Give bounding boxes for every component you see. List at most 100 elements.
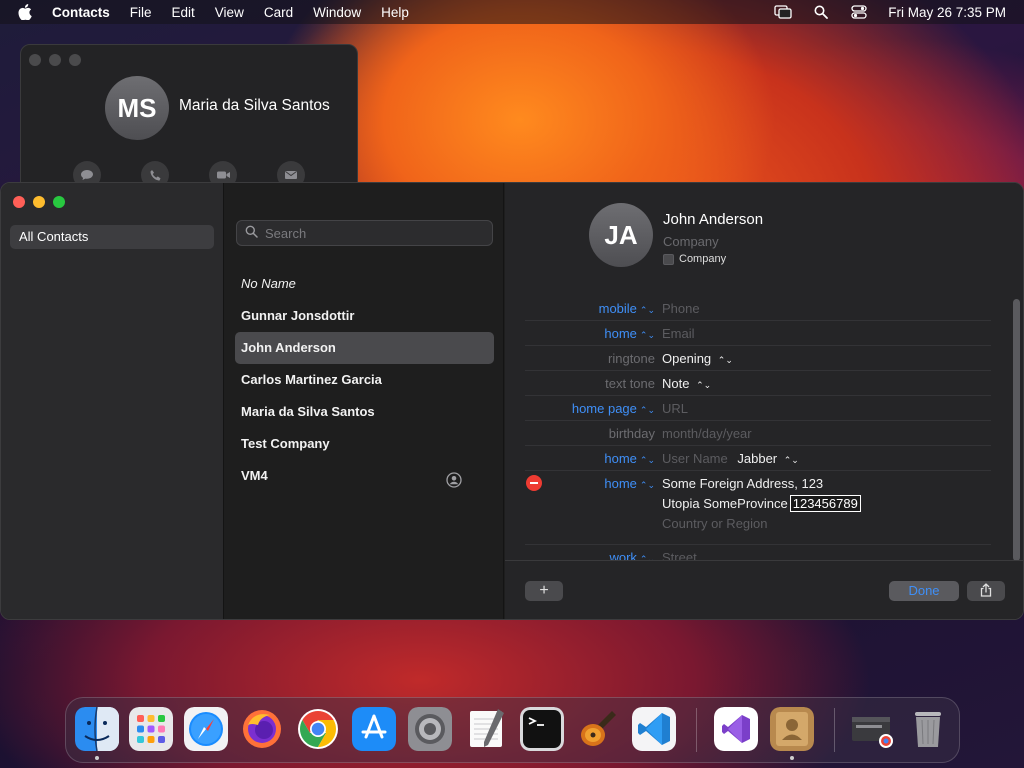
visual-studio-icon[interactable] <box>714 707 758 751</box>
terminal-icon[interactable] <box>520 707 564 751</box>
username-input[interactable]: User Name <box>662 451 728 466</box>
contact-detail-pane: JA John Anderson Company Company mobile ⌃… <box>505 183 1023 619</box>
field-label-birthday: birthday <box>608 426 655 441</box>
texttone-select[interactable]: Note ⌃⌄ <box>662 376 711 391</box>
list-item[interactable]: Maria da Silva Santos <box>235 396 494 428</box>
list-item[interactable]: Carlos Martinez Garcia <box>235 364 494 396</box>
list-item[interactable]: Gunnar Jonsdottir <box>235 300 494 332</box>
search-input[interactable] <box>265 225 485 241</box>
field-label-ringtone: ringtone <box>608 351 655 366</box>
city-province-line: Utopia SomeProvince 123456789 <box>662 495 861 512</box>
detail-scrollbar[interactable] <box>1013 299 1020 561</box>
list-item-me[interactable]: VM4 <box>235 460 494 492</box>
field-label-email[interactable]: home ⌃⌄ <box>604 326 655 341</box>
contacts-window: All Contacts No Name Gunnar Jonsdottir J… <box>0 182 1024 620</box>
me-card-icon <box>446 468 462 488</box>
field-address-home: home ⌃⌄ Some Foreign Address, 123 Utopia … <box>525 471 991 545</box>
app-store-icon[interactable] <box>352 707 396 751</box>
birthday-input[interactable]: month/day/year <box>662 426 752 441</box>
screen-mirroring-icon[interactable] <box>774 5 792 19</box>
list-item[interactable]: No Name <box>235 268 494 300</box>
contact-list: No Name Gunnar Jonsdottir John Anderson … <box>235 268 494 492</box>
sidebar: All Contacts <box>1 183 224 619</box>
contacts-running-indicator <box>790 756 794 760</box>
menu-help[interactable]: Help <box>381 5 409 20</box>
add-field-button[interactable]: + <box>525 581 563 601</box>
zoom-button[interactable] <box>53 196 65 208</box>
field-birthday: birthday month/day/year <box>525 421 991 446</box>
im-service-select[interactable]: Jabber ⌃⌄ <box>737 451 798 466</box>
done-button[interactable]: Done <box>889 581 959 601</box>
detail-footer: + Done <box>505 560 1023 619</box>
menu-app-name[interactable]: Contacts <box>52 5 110 20</box>
email-input[interactable]: Email <box>662 326 695 341</box>
menu-file[interactable]: File <box>130 5 152 20</box>
menu-view[interactable]: View <box>215 5 244 20</box>
field-label-address[interactable]: home ⌃⌄ <box>604 476 655 491</box>
apple-logo-icon[interactable] <box>18 4 32 20</box>
card-window-controls <box>29 54 81 66</box>
search-field[interactable] <box>236 220 493 246</box>
field-label-homepage[interactable]: home page ⌃⌄ <box>572 401 655 416</box>
contact-avatar[interactable]: JA <box>589 203 653 267</box>
field-ringtone: ringtone Opening ⌃⌄ <box>525 346 991 371</box>
field-homepage: home page ⌃⌄ URL <box>525 396 991 421</box>
contact-list-pane: No Name Gunnar Jonsdottir John Anderson … <box>225 183 504 619</box>
country-input[interactable]: Country or Region <box>662 516 768 531</box>
chrome-icon[interactable] <box>296 707 340 751</box>
card-zoom-button[interactable] <box>69 54 81 66</box>
remove-field-button[interactable] <box>526 475 542 491</box>
card-close-button[interactable] <box>29 54 41 66</box>
contact-card-window: MS Maria da Silva Santos <box>20 44 358 194</box>
garageband-icon[interactable] <box>576 707 620 751</box>
phone-input[interactable]: Phone <box>662 301 700 316</box>
contacts-icon[interactable] <box>770 707 814 751</box>
dock <box>65 697 960 763</box>
share-button[interactable] <box>967 581 1005 601</box>
minimize-button[interactable] <box>33 196 45 208</box>
textedit-icon[interactable] <box>464 707 508 751</box>
launchpad-icon[interactable] <box>129 707 173 751</box>
im-value: User Name Jabber ⌃⌄ <box>662 451 799 466</box>
street-input[interactable]: Some Foreign Address, 123 <box>662 476 823 491</box>
city-province-input[interactable]: Utopia SomeProvince <box>662 496 788 511</box>
search-icon <box>245 225 258 241</box>
menu-card[interactable]: Card <box>264 5 293 20</box>
field-mobile: mobile ⌃⌄ Phone <box>525 296 991 321</box>
field-im: home ⌃⌄ User Name Jabber ⌃⌄ <box>525 446 991 471</box>
card-avatar: MS <box>105 76 169 140</box>
field-label-im[interactable]: home ⌃⌄ <box>604 451 655 466</box>
company-field[interactable]: Company <box>663 234 719 249</box>
list-item-selected[interactable]: John Anderson <box>235 332 494 364</box>
company-checkbox-label: Company <box>679 253 727 265</box>
chrome-window-icon[interactable] <box>850 707 894 751</box>
menu-clock[interactable]: Fri May 26 7:35 PM <box>888 5 1006 20</box>
finder-icon[interactable] <box>75 707 119 751</box>
safari-icon[interactable] <box>184 707 228 751</box>
zip-input[interactable]: 123456789 <box>789 495 861 512</box>
menu-window[interactable]: Window <box>313 5 361 20</box>
trash-icon[interactable] <box>906 707 950 751</box>
field-label-mobile[interactable]: mobile ⌃⌄ <box>599 301 655 316</box>
field-email: home ⌃⌄ Email <box>525 321 991 346</box>
card-minimize-button[interactable] <box>49 54 61 66</box>
url-input[interactable]: URL <box>662 401 688 416</box>
company-checkbox[interactable]: Company <box>663 253 726 265</box>
checkbox-box[interactable] <box>663 253 674 265</box>
sidebar-item-all-contacts[interactable]: All Contacts <box>10 225 214 249</box>
menu-edit[interactable]: Edit <box>172 5 195 20</box>
contact-name[interactable]: John Anderson <box>663 211 763 228</box>
close-button[interactable] <box>13 196 25 208</box>
vscode-icon[interactable] <box>632 707 676 751</box>
control-center-icon[interactable] <box>850 5 868 19</box>
system-settings-icon[interactable] <box>408 707 452 751</box>
firefox-icon[interactable] <box>240 707 284 751</box>
contact-fields: mobile ⌃⌄ Phone home ⌃⌄ Email ringtone Ope… <box>525 296 991 570</box>
list-item[interactable]: Test Company <box>235 428 494 460</box>
spotlight-search-icon[interactable] <box>812 5 830 19</box>
list-item-label: VM4 <box>241 468 268 483</box>
card-contact-name: Maria da Silva Santos <box>179 97 330 114</box>
ringtone-select[interactable]: Opening ⌃⌄ <box>662 351 733 366</box>
field-texttone: text tone Note ⌃⌄ <box>525 371 991 396</box>
window-controls <box>13 196 65 208</box>
